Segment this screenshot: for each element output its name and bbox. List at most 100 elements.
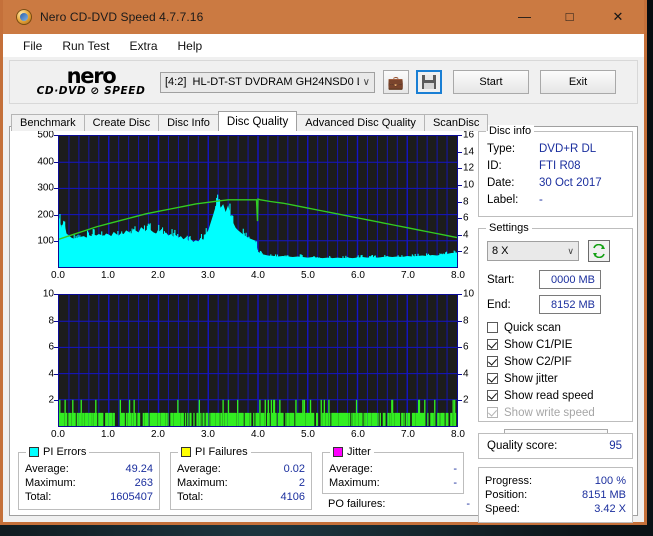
menu-bar: File Run Test Extra Help xyxy=(3,34,644,57)
x-axis-tick-label: 6.0 xyxy=(351,270,365,281)
row-key: Progress: xyxy=(485,475,533,487)
checkbox-label: Show C1/PIE xyxy=(504,338,573,351)
x-axis-tick-label: 1.0 xyxy=(101,270,115,281)
minimize-button[interactable]: — xyxy=(502,0,547,33)
eject-button[interactable]: 💼 xyxy=(383,70,409,94)
row-value: - xyxy=(453,463,457,475)
maximize-button[interactable]: □ xyxy=(547,0,592,33)
checkbox-show-jitter[interactable]: Show jitter xyxy=(479,370,632,387)
quality-score-label: Quality score: xyxy=(487,440,558,452)
menu-item-help[interactable]: Help xyxy=(168,36,213,56)
settings-box: Settings 8 X ∨ Start: 0000 MB End: 8152 … xyxy=(478,222,633,449)
y-axis-tick xyxy=(54,135,58,136)
tab-scandisc[interactable]: ScanDisc xyxy=(423,114,489,131)
row-value: 30 Oct 2017 xyxy=(539,177,602,189)
pi-errors-graph: 0.0 1.0 2.0 3.0 4.0 5.0 6.0 7.0 8.0 100 200 300 400 5… xyxy=(14,130,486,286)
pi-failures-stats-legend: PI Failures xyxy=(178,446,251,458)
x-axis-tick-label: 8.0 xyxy=(451,270,465,281)
drive-select[interactable]: [4:2] HL-DT-ST DVDRAM GH24NSD0 LH00 ∨ xyxy=(160,71,375,93)
refresh-button[interactable] xyxy=(588,240,610,262)
x-axis-tick-label: 5.0 xyxy=(301,270,315,281)
window-controls: — □ ✕ xyxy=(502,0,644,33)
window-title: Nero CD-DVD Speed 4.7.7.16 xyxy=(40,9,204,24)
chevron-down-icon: ∨ xyxy=(567,245,574,256)
start-field[interactable]: 0000 MB xyxy=(539,270,601,289)
jitter-stats: Jitter Average: - Maximum: - xyxy=(322,446,464,494)
menu-item-run-test[interactable]: Run Test xyxy=(52,36,119,56)
x-axis-tick-label: 3.0 xyxy=(201,429,215,440)
row-key: Date: xyxy=(487,177,515,189)
table-row: Average: 49.24 xyxy=(19,462,159,476)
row-key: Speed: xyxy=(485,503,520,515)
row-value: FTI R08 xyxy=(539,160,581,172)
y-axis-tick xyxy=(54,373,58,375)
checkbox-show-c2-pif[interactable]: Show C2/PIF xyxy=(479,353,632,370)
nero-app-icon xyxy=(16,8,32,25)
title-bar: Nero CD-DVD Speed 4.7.7.16 — □ ✕ xyxy=(3,0,644,34)
tab-disc-quality[interactable]: Disc Quality xyxy=(217,111,298,131)
y-axis-tick xyxy=(54,347,58,349)
exit-button[interactable]: Exit xyxy=(540,70,616,94)
tab-create-disc[interactable]: Create Disc xyxy=(83,114,160,131)
menu-item-extra[interactable]: Extra xyxy=(119,36,167,56)
y-axis-tick xyxy=(458,347,462,349)
pi-failures-color-swatch xyxy=(181,447,191,457)
table-row: Maximum: 2 xyxy=(171,476,311,490)
quality-score-value: 95 xyxy=(609,440,622,452)
jitter-stats-legend: Jitter xyxy=(330,446,374,458)
row-key: ID: xyxy=(487,160,502,172)
tab-benchmark[interactable]: Benchmark xyxy=(11,114,85,131)
y-axis-left-tick-label: 400 xyxy=(37,156,54,168)
x-axis-tick-label: 7.0 xyxy=(401,270,415,281)
checkbox-box xyxy=(487,322,498,333)
row-key: Position: xyxy=(485,489,528,501)
end-label: End: xyxy=(487,298,511,311)
checkbox-box xyxy=(487,407,498,418)
menu-item-file[interactable]: File xyxy=(13,36,52,56)
x-axis-tick-label: 2.0 xyxy=(151,429,165,440)
row-value: 100 % xyxy=(594,475,626,487)
save-button[interactable] xyxy=(416,70,442,94)
x-axis-tick-label: 0.0 xyxy=(51,429,65,440)
row-key: Maximum: xyxy=(25,477,76,489)
row-value: 8151 MB xyxy=(581,489,626,501)
close-button[interactable]: ✕ xyxy=(592,0,644,33)
checkbox-label: Show write speed xyxy=(504,406,595,419)
row-value: 49.24 xyxy=(125,463,153,475)
status-box: Progress: 100 % Position: 8151 MB Speed: 3.… xyxy=(478,467,633,523)
y-axis-tick xyxy=(458,135,462,136)
tab-bar: Benchmark Create Disc Disc Info Disc Qua… xyxy=(11,111,644,131)
po-failures-row: PO failures: - xyxy=(322,497,476,511)
tab-disc-info[interactable]: Disc Info xyxy=(158,114,219,131)
table-row: Maximum: - xyxy=(323,476,463,490)
checkbox-show-c1-pie[interactable]: Show C1/PIE xyxy=(479,336,632,353)
logo-line-1: nero xyxy=(66,63,117,88)
y-axis-left-tick-label: 2 xyxy=(48,394,54,406)
y-axis-tick xyxy=(54,161,58,163)
po-failures-value: - xyxy=(466,498,470,510)
y-axis-tick xyxy=(458,294,462,295)
pi-failures-legend-label: PI Failures xyxy=(195,446,248,458)
nero-logo: nero CD·DVD ⊘ SPEED xyxy=(22,63,160,97)
start-label: Start: xyxy=(487,273,515,286)
y-axis-left-tick-label: 6 xyxy=(48,341,54,353)
checkbox-box xyxy=(487,390,498,401)
checkbox-show-read-speed[interactable]: Show read speed xyxy=(479,387,632,404)
row-value: 3.42 X xyxy=(594,503,626,515)
x-axis-tick-label: 3.0 xyxy=(201,270,215,281)
x-axis-tick-label: 4.0 xyxy=(251,270,265,281)
checkbox-box xyxy=(487,356,498,367)
start-button[interactable]: Start xyxy=(453,70,529,94)
x-axis-tick-label: 0.0 xyxy=(51,270,65,281)
checkbox-label: Show jitter xyxy=(504,372,558,385)
end-field[interactable]: 8152 MB xyxy=(539,295,601,314)
speed-select[interactable]: 8 X ∨ xyxy=(487,241,579,261)
x-axis-tick-label: 6.0 xyxy=(351,429,365,440)
y-axis-tick xyxy=(54,320,58,322)
y-axis-tick xyxy=(458,201,462,203)
refresh-green-icon xyxy=(593,244,605,258)
checkbox-quick-scan[interactable]: Quick scan xyxy=(479,319,632,336)
tab-advanced-disc-quality[interactable]: Advanced Disc Quality xyxy=(296,114,425,131)
row-value: 0.02 xyxy=(283,463,305,475)
table-row: Average: 0.02 xyxy=(171,462,311,476)
